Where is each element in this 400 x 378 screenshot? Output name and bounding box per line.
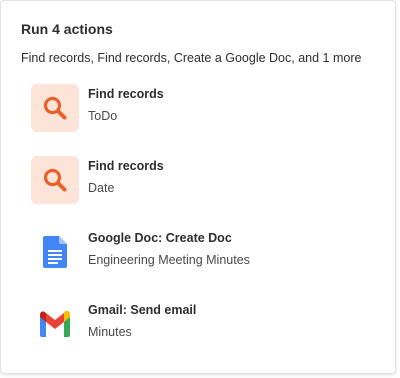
action-name: Find records	[88, 159, 164, 173]
action-item-find-records-date[interactable]: Find records Date	[31, 156, 371, 204]
action-item-google-doc-create[interactable]: Google Doc: Create Doc Engineering Meeti…	[31, 228, 371, 276]
action-detail: Date	[88, 181, 115, 195]
action-detail: Engineering Meeting Minutes	[88, 253, 250, 267]
action-detail: ToDo	[88, 109, 118, 123]
gmail-icon	[31, 300, 79, 348]
actions-card: Run 4 actions Find records, Find records…	[0, 0, 396, 374]
action-name: Google Doc: Create Doc	[88, 231, 232, 245]
google-docs-icon	[31, 228, 79, 276]
action-detail: Minutes	[88, 325, 132, 339]
action-item-gmail-send-email[interactable]: Gmail: Send email Minutes	[31, 300, 371, 348]
action-item-find-records-todo[interactable]: Find records ToDo	[31, 84, 371, 132]
search-icon	[31, 84, 79, 132]
actions-summary: Find records, Find records, Create a Goo…	[21, 51, 362, 65]
action-name: Find records	[88, 87, 164, 101]
card-title: Run 4 actions	[21, 21, 113, 37]
action-name: Gmail: Send email	[88, 303, 197, 317]
search-icon	[31, 156, 79, 204]
